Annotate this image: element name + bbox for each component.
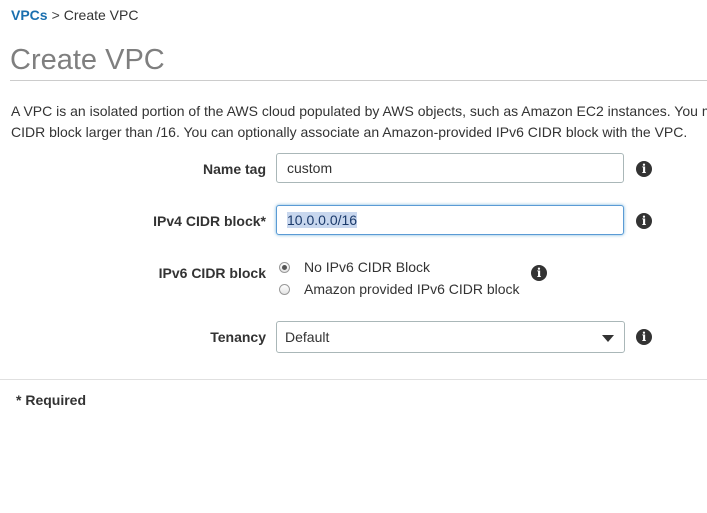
radio-label-no-ipv6: No IPv6 CIDR Block (304, 259, 431, 275)
breadcrumb-vpcs-link[interactable]: VPCs (11, 7, 48, 23)
radio-label-amazon-ipv6: Amazon provided IPv6 CIDR block (304, 281, 520, 297)
ipv6-cidr-label: IPv6 CIDR block (158, 265, 266, 281)
tenancy-label: Tenancy (210, 329, 266, 345)
radio-option-no-ipv6[interactable]: No IPv6 CIDR Block (279, 259, 430, 275)
title-divider (10, 80, 707, 81)
ipv4-cidr-input[interactable] (276, 205, 624, 235)
page-description: A VPC is an isolated portion of the AWS … (11, 101, 707, 143)
description-line-2: CIDR block larger than /16. You can opti… (11, 124, 688, 140)
required-note: * Required (16, 392, 87, 408)
tenancy-selected-value: Default (285, 329, 330, 345)
footer-divider (0, 379, 707, 380)
page-title: Create VPC (10, 44, 165, 76)
name-tag-input[interactable] (276, 153, 624, 183)
chevron-down-icon (602, 335, 614, 342)
name-tag-label: Name tag (202, 161, 266, 177)
name-tag-info-icon[interactable]: i (636, 161, 652, 177)
radio-button-amazon-ipv6[interactable] (279, 283, 290, 295)
radio-option-amazon-ipv6[interactable]: Amazon provided IPv6 CIDR block (279, 281, 520, 297)
tenancy-info-icon[interactable]: i (636, 329, 652, 345)
tenancy-select[interactable]: Default (276, 321, 625, 353)
ipv4-cidr-label: IPv4 CIDR block* (153, 213, 266, 229)
description-line-1: A VPC is an isolated portion of the AWS … (11, 103, 707, 119)
radio-button-no-ipv6[interactable] (279, 261, 290, 273)
breadcrumb-separator: > (51, 7, 60, 23)
ipv6-cidr-info-icon[interactable]: i (531, 265, 547, 281)
breadcrumb: VPCs > Create VPC (11, 7, 138, 23)
ipv4-cidr-info-icon[interactable]: i (636, 213, 652, 229)
breadcrumb-current: Create VPC (63, 7, 139, 23)
